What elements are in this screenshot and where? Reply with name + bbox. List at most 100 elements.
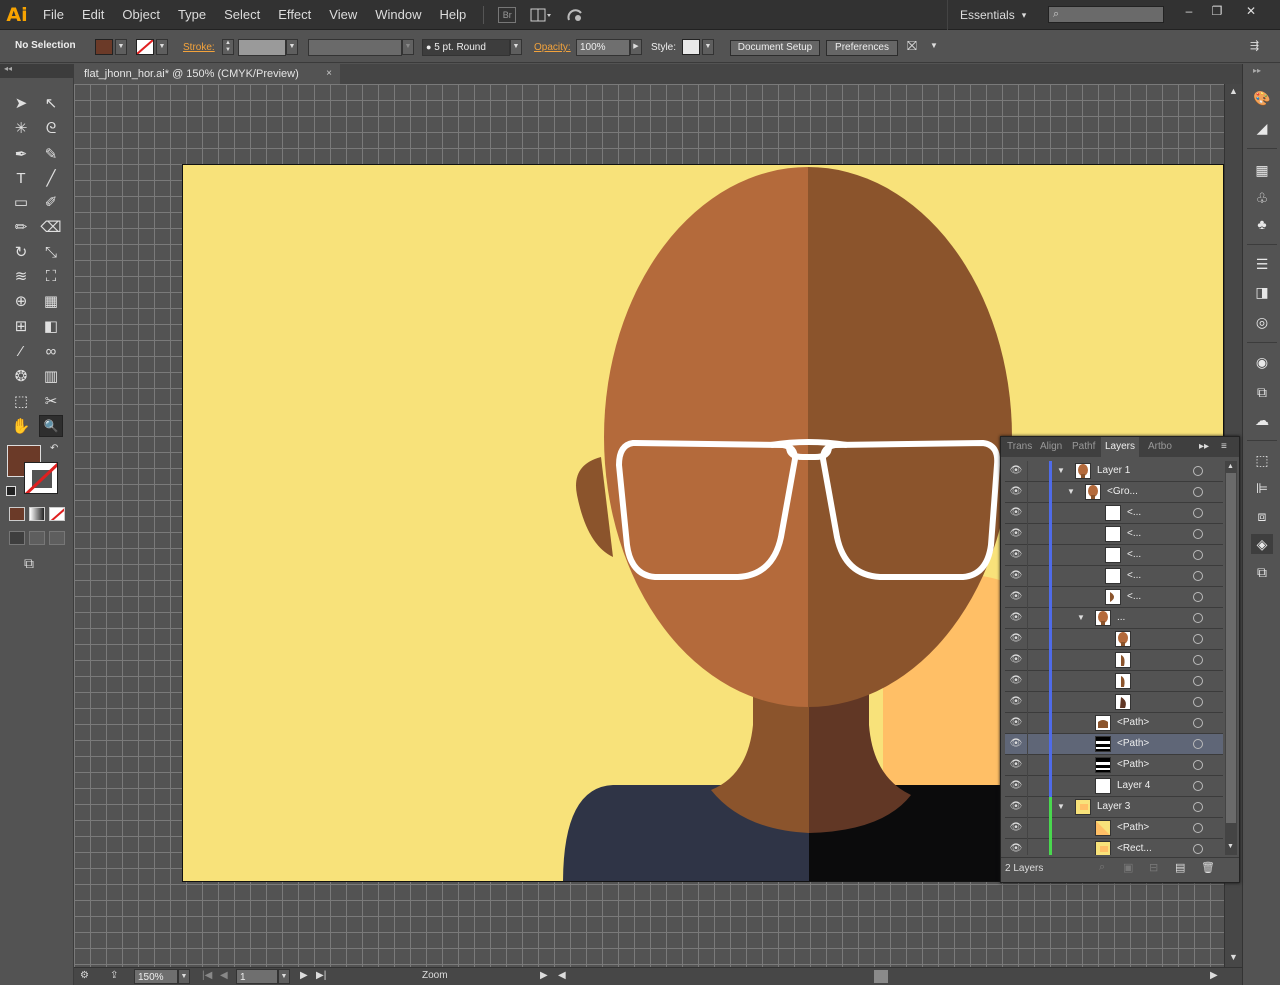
target-circle-icon[interactable] xyxy=(1193,781,1203,791)
perspective-grid-tool-icon[interactable]: ▦ xyxy=(39,290,63,312)
opacity-arrow[interactable]: ▶ xyxy=(630,39,642,55)
layer-row-path[interactable]: 👁 <Path> xyxy=(1005,755,1223,776)
layer-name[interactable]: <Path> xyxy=(1117,717,1149,728)
lock-toggle[interactable] xyxy=(1027,587,1028,608)
lock-toggle[interactable] xyxy=(1027,671,1028,692)
panel-menu-icon[interactable]: ≡ xyxy=(1221,441,1227,452)
screen-mode-icon[interactable]: ⧉ xyxy=(24,555,46,571)
menu-effect[interactable]: Effect xyxy=(269,0,320,30)
pathfinder-icon[interactable]: ⧈ xyxy=(1251,506,1273,526)
target-circle-icon[interactable] xyxy=(1193,466,1203,476)
layer-row-unnamed[interactable]: 👁 <... xyxy=(1005,587,1223,608)
libraries-icon[interactable]: ☁ xyxy=(1251,410,1273,430)
layer-row-unnamed[interactable]: 👁 <... xyxy=(1005,503,1223,524)
selection-tool-icon[interactable]: ➤ xyxy=(9,92,33,114)
brushes-icon[interactable]: ♧ xyxy=(1251,188,1273,208)
layer-row-unnamed[interactable]: 👁 <... xyxy=(1005,545,1223,566)
menu-edit[interactable]: Edit xyxy=(73,0,113,30)
lock-toggle[interactable] xyxy=(1027,629,1028,650)
target-circle-icon[interactable] xyxy=(1193,634,1203,644)
layer-name[interactable]: <... xyxy=(1127,549,1141,560)
layer-row-unnamed[interactable]: 👁 <... xyxy=(1005,524,1223,545)
visibility-eye-icon[interactable]: 👁 xyxy=(1009,507,1023,519)
lock-toggle[interactable] xyxy=(1027,839,1028,855)
lock-toggle[interactable] xyxy=(1027,545,1028,566)
layer-row-unnamed[interactable]: 👁 <... xyxy=(1005,566,1223,587)
menu-object[interactable]: Object xyxy=(113,0,169,30)
scroll-up-icon[interactable]: ▲ xyxy=(1229,86,1238,96)
zoom-level-field[interactable]: 150% xyxy=(134,969,178,984)
visibility-eye-icon[interactable]: 👁 xyxy=(1009,759,1023,771)
visibility-eye-icon[interactable]: 👁 xyxy=(1009,570,1023,582)
swatches-icon[interactable]: ▦ xyxy=(1251,160,1273,180)
target-circle-icon[interactable] xyxy=(1193,676,1203,686)
target-circle-icon[interactable] xyxy=(1193,718,1203,728)
tab-layers[interactable]: Layers xyxy=(1101,437,1140,457)
stroke-weight-dropdown[interactable]: ▼ xyxy=(286,39,298,55)
appearance-icon[interactable]: ◉ xyxy=(1251,352,1273,372)
target-circle-icon[interactable] xyxy=(1193,823,1203,833)
visibility-eye-icon[interactable]: 👁 xyxy=(1009,528,1023,540)
visibility-eye-icon[interactable]: 👁 xyxy=(1009,738,1023,750)
draw-inside-icon[interactable] xyxy=(49,531,65,545)
lock-toggle[interactable] xyxy=(1027,650,1028,671)
layer-row-unnamed[interactable]: 👁 xyxy=(1005,629,1223,650)
layers-scrollbar[interactable]: ▲ ▼ xyxy=(1225,461,1237,855)
color-guide-icon[interactable]: 🎨 xyxy=(1251,88,1273,108)
shape-builder-tool-icon[interactable]: ⊕ xyxy=(9,290,33,312)
artboard-number-field[interactable]: 1 xyxy=(236,969,278,984)
color-mode-button[interactable] xyxy=(9,507,25,521)
target-circle-icon[interactable] xyxy=(1193,571,1203,581)
layer-name[interactable]: <... xyxy=(1127,591,1141,602)
scale-tool-icon[interactable]: ⤡ xyxy=(39,241,63,263)
target-circle-icon[interactable] xyxy=(1193,697,1203,707)
status-menu-icon[interactable]: ▶ xyxy=(540,970,548,981)
align-icon[interactable]: ⊫ xyxy=(1251,478,1273,498)
artboard-dropdown[interactable]: ▼ xyxy=(278,969,290,984)
scroll-right-icon[interactable]: ▶ xyxy=(1210,970,1218,981)
arrange-icon[interactable]: ⛝ xyxy=(907,38,917,54)
target-circle-icon[interactable] xyxy=(1193,655,1203,665)
target-circle-icon[interactable] xyxy=(1193,802,1203,812)
layer-name[interactable]: <... xyxy=(1127,570,1141,581)
warp-tool-icon[interactable]: ≋ xyxy=(9,265,33,287)
variable-width-profile[interactable] xyxy=(308,39,402,56)
layer-row-path[interactable]: 👁 <Path> xyxy=(1005,713,1223,734)
draw-normal-icon[interactable] xyxy=(9,531,25,545)
scroll-down-icon[interactable]: ▼ xyxy=(1229,952,1238,962)
slice-tool-icon[interactable]: ✂ xyxy=(39,390,63,412)
graphic-style-dropdown[interactable]: ▼ xyxy=(702,39,714,55)
target-circle-icon[interactable] xyxy=(1193,613,1203,623)
visibility-eye-icon[interactable]: 👁 xyxy=(1009,549,1023,561)
menu-file[interactable]: File xyxy=(34,0,73,30)
menu-select[interactable]: Select xyxy=(215,0,269,30)
layer-row-layer-4[interactable]: 👁 Layer 4 xyxy=(1005,776,1223,797)
bridge-icon[interactable]: Br xyxy=(498,6,517,23)
stroke-dropdown[interactable]: ▼ xyxy=(156,39,168,55)
tab-artboards[interactable]: Artbo xyxy=(1148,441,1172,452)
first-artboard-icon[interactable]: |◀ xyxy=(202,970,212,981)
scroll-up-icon[interactable]: ▲ xyxy=(1227,463,1234,470)
layer-name[interactable]: <Path> xyxy=(1117,822,1149,833)
layers-scroll-thumb[interactable] xyxy=(1226,473,1236,823)
eyedropper-tool-icon[interactable]: ⁄ xyxy=(9,340,33,362)
fill-dropdown[interactable]: ▼ xyxy=(115,39,127,55)
menu-help[interactable]: Help xyxy=(430,0,475,30)
layer-name[interactable]: <... xyxy=(1127,528,1141,539)
lock-toggle[interactable] xyxy=(1027,608,1028,629)
close-tab-icon[interactable]: × xyxy=(326,64,332,84)
lasso-tool-icon[interactable]: ᘓ xyxy=(39,117,63,139)
stroke-panel-icon[interactable]: ☰ xyxy=(1251,254,1273,274)
visibility-eye-icon[interactable]: 👁 xyxy=(1009,822,1023,834)
transform-icon[interactable]: ⬚ xyxy=(1251,450,1273,470)
layer-row-unnamed[interactable]: 👁 xyxy=(1005,671,1223,692)
document-setup-button[interactable]: Document Setup xyxy=(730,40,820,56)
transparency-icon[interactable]: ◎ xyxy=(1251,312,1273,332)
visibility-eye-icon[interactable]: 👁 xyxy=(1009,717,1023,729)
artboards-icon[interactable]: ⧉ xyxy=(1251,562,1273,582)
menu-view[interactable]: View xyxy=(320,0,366,30)
opacity-field[interactable]: 100% xyxy=(576,39,630,56)
direct-selection-tool-icon[interactable]: ↖ xyxy=(39,92,63,114)
visibility-eye-icon[interactable]: 👁 xyxy=(1009,591,1023,603)
next-artboard-icon[interactable]: ▶ xyxy=(300,970,308,981)
